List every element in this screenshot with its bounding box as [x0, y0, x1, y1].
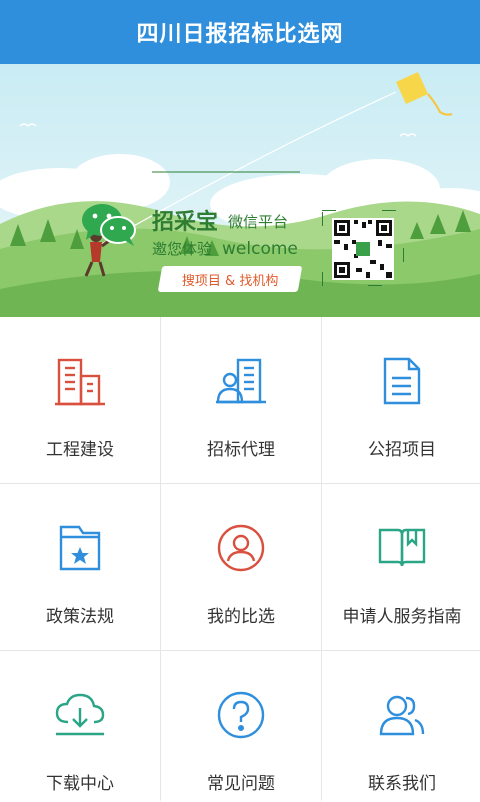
menu-item-contact[interactable]: 联系我们: [322, 651, 480, 802]
promo-banner[interactable]: 招采宝 微信平台 邀您体验 welcome 搜项目 & 找机构: [0, 64, 480, 317]
app-header: 四川日报招标比选网: [0, 0, 480, 64]
menu-item-my-selections[interactable]: 我的比选: [161, 484, 321, 650]
open-book-icon: [377, 520, 427, 576]
menu-item-engineering[interactable]: 工程建设: [0, 317, 160, 483]
question-icon: [216, 687, 266, 743]
policy-folder-icon: [57, 520, 103, 576]
banner-slogan-en: welcome: [222, 239, 298, 259]
banner-search-link[interactable]: 搜项目 & 找机构: [157, 266, 303, 292]
user-circle-icon: [216, 520, 266, 576]
menu-item-downloads[interactable]: 下载中心: [0, 651, 160, 802]
menu-item-agency[interactable]: 招标代理: [161, 317, 321, 483]
buildings-icon: [55, 353, 105, 409]
document-icon: [381, 353, 423, 409]
menu-item-label: 联系我们: [368, 774, 436, 794]
menu-item-label: 招标代理: [207, 440, 275, 460]
menu-item-faq[interactable]: 常见问题: [161, 651, 321, 802]
menu-item-label: 下载中心: [46, 774, 114, 794]
menu-item-label: 公招项目: [368, 440, 436, 460]
menu-grid: 工程建设 招标代理 公招项目 政策法规 我的比选 申请人服务指南 下载中心 常见…: [0, 317, 480, 802]
menu-item-label: 申请人服务指南: [342, 607, 462, 627]
menu-item-policies[interactable]: 政策法规: [0, 484, 160, 650]
menu-item-public-projects[interactable]: 公招项目: [322, 317, 480, 483]
banner-subtitle: 微信平台: [228, 213, 289, 231]
cloud-download-icon: [54, 687, 106, 743]
menu-item-label: 我的比选: [207, 607, 275, 627]
qr-code-icon: [322, 210, 404, 286]
banner-slogan-cn: 邀您体验: [152, 240, 213, 258]
banner-title: 招采宝: [152, 210, 219, 235]
menu-item-label: 工程建设: [46, 440, 114, 460]
banner-slogan: 邀您体验 welcome: [152, 238, 298, 259]
menu-item-applicant-guide[interactable]: 申请人服务指南: [322, 484, 480, 650]
wechat-icon: [82, 204, 136, 246]
banner-link-text: 搜项目 & 找机构: [181, 273, 279, 289]
menu-item-label: 常见问题: [207, 774, 275, 794]
agent-building-icon: [216, 353, 266, 409]
contacts-icon: [377, 687, 427, 743]
menu-item-label: 政策法规: [46, 607, 114, 627]
page-title: 四川日报招标比选网: [136, 22, 344, 47]
